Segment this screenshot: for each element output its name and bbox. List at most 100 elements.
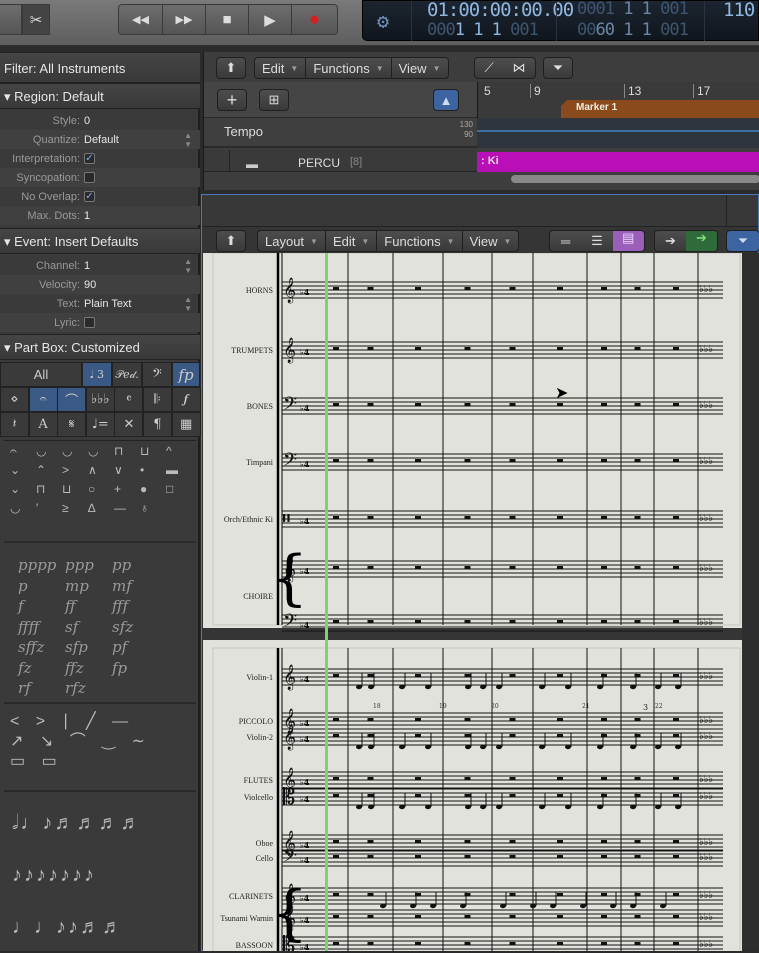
chord-grid-tab[interactable]: ▦: [171, 412, 201, 437]
vertical-scrollbar[interactable]: [742, 253, 759, 951]
link-out-button[interactable]: ➔: [686, 231, 717, 251]
region-header[interactable]: ▾ Region: Default: [0, 83, 200, 109]
instrument-name[interactable]: Cello: [203, 854, 273, 863]
articulation-icon[interactable]: +: [114, 482, 121, 496]
instrument-name[interactable]: CLARINETS: [203, 892, 273, 901]
dynamic-fz[interactable]: fz: [18, 659, 31, 677]
dynamic-ff[interactable]: ff: [65, 597, 76, 615]
midi-region[interactable]: : Ki: [477, 152, 759, 172]
marker-1[interactable]: Marker 1: [561, 100, 759, 118]
partbox-dynamics-tab[interactable]: fp: [172, 362, 200, 387]
scissors-tool-button[interactable]: ✂: [22, 4, 50, 35]
tempo-track-header[interactable]: Tempo 130 90: [204, 118, 477, 148]
partbox-header[interactable]: ▾ Part Box: Customized: [0, 334, 200, 360]
articulation-icon[interactable]: ▬: [166, 463, 178, 477]
articulation-icon[interactable]: ●: [140, 482, 147, 496]
gear-icon[interactable]: ⚙: [377, 9, 389, 33]
partbox-pedal-tab[interactable]: 𝒫𝑒𝒹.: [112, 362, 142, 387]
articulation-icon[interactable]: —: [114, 501, 126, 515]
instrument-name[interactable]: FLUTES: [203, 776, 273, 785]
horizontal-scrollbar[interactable]: [511, 175, 759, 183]
articulation-icon[interactable]: ⊔: [62, 482, 71, 496]
articulation-icon[interactable]: ⌃: [36, 463, 46, 477]
articulation-icon[interactable]: 𝄐: [10, 444, 17, 459]
instrument-filter[interactable]: Filter: All Instruments: [0, 52, 200, 83]
stepper-icon[interactable]: ▲ ▼: [184, 131, 192, 149]
articulation-icon[interactable]: ∨: [114, 463, 123, 477]
hairpin-tab[interactable]: ⌒: [57, 387, 87, 412]
articulation-icon[interactable]: •: [140, 463, 144, 477]
note-value-palette[interactable]: 𝅗𝅥♩♪♬♬♬♬ ♪♪♪♪♪♪♪ ♩♩♪♪♬♬: [12, 797, 142, 953]
dynamic-f[interactable]: f: [18, 597, 24, 615]
score-notation[interactable]: 𝄞 ♭4 ♭♭♭𝄞 ♭4 ♭♭♭𝄢 ♭4 ♭♭♭𝄢 ♭4 ♭♭♭𝄥 ♭4 ♭♭♭𝄞 ♭4 ♭♭♭𝄢 ♭4 ♭…: [203, 253, 742, 951]
instrument-name[interactable]: Oboe: [203, 839, 273, 848]
rest-tab[interactable]: 𝄽: [0, 412, 29, 437]
dynamic-fp[interactable]: fp: [112, 659, 127, 677]
checkbox[interactable]: ✓: [84, 153, 95, 164]
instrument-name[interactable]: Timpani: [203, 458, 273, 467]
score-view-menu[interactable]: View ▼: [463, 231, 519, 251]
instrument-name[interactable]: Violin-2: [203, 733, 273, 742]
dynamic-mp[interactable]: mp: [65, 577, 89, 595]
articulation-icon[interactable]: ⊓: [36, 482, 45, 496]
add-track-button[interactable]: +: [217, 89, 247, 111]
record-button[interactable]: ●: [291, 4, 338, 35]
score-hierarchy-up-button[interactable]: ⬆: [216, 230, 246, 252]
dynamic-ffz[interactable]: ffz: [65, 659, 84, 677]
inspector-row[interactable]: Velocity: 90: [0, 275, 200, 294]
checkbox[interactable]: [84, 317, 95, 328]
inspector-row[interactable]: Style: 0: [0, 111, 200, 130]
ornament-tab[interactable]: 𝆑: [171, 387, 201, 412]
dynamic-ffff[interactable]: ffff: [18, 618, 39, 636]
instrument-name[interactable]: HORNS: [203, 286, 273, 295]
forward-button[interactable]: ▶▶: [162, 4, 206, 35]
lcd-display[interactable]: ⚙ 01:00:00:00.00 0001 1 1 001 0001 1 1 0…: [362, 0, 759, 41]
functions-menu[interactable]: Functions ▼: [306, 58, 392, 78]
ruler[interactable]: 5 9 13 17 Marker 1: [477, 82, 759, 118]
checkbox[interactable]: [84, 172, 95, 183]
articulation-icon[interactable]: □: [166, 482, 173, 496]
fermata-tab[interactable]: 𝄐: [28, 387, 58, 412]
articulation-icon[interactable]: ∧: [88, 463, 97, 477]
key-signature-tab[interactable]: ♭♭♭: [85, 387, 115, 412]
stepper-icon[interactable]: ▲ ▼: [184, 295, 192, 313]
dynamic-pp[interactable]: pp: [112, 556, 131, 574]
articulation-icon[interactable]: ◡: [10, 501, 20, 515]
partbox-clef-tab[interactable]: 𝄢: [142, 362, 172, 387]
edit-menu[interactable]: Edit ▼: [255, 58, 307, 78]
new-folder-button[interactable]: ⊞: [259, 89, 289, 111]
inspector-row[interactable]: Syncopation:: [0, 168, 200, 187]
inspector-row[interactable]: No Overlap: ✓: [0, 187, 200, 206]
partbox-all-button[interactable]: All: [0, 362, 82, 387]
hierarchy-up-button[interactable]: ⬆: [216, 57, 246, 79]
time-signature-tab[interactable]: 𝄴: [114, 387, 144, 412]
wrapped-view-button[interactable]: ☰: [581, 233, 612, 249]
articulation-icon[interactable]: ♁: [140, 501, 149, 515]
tempo-tab[interactable]: ♩=: [85, 412, 115, 437]
event-header[interactable]: ▾ Event: Insert Defaults: [0, 228, 200, 254]
instrument-name[interactable]: Violcello: [203, 793, 273, 802]
dynamic-rfz[interactable]: rfz: [65, 679, 86, 697]
stop-button[interactable]: ■: [205, 4, 249, 35]
rewind-button[interactable]: ◀◀: [118, 4, 163, 35]
linear-view-button[interactable]: ═: [550, 234, 581, 249]
score-catch-button[interactable]: ⏷: [726, 230, 759, 252]
instrument-name[interactable]: CHOIRE: [203, 592, 273, 601]
articulation-icon[interactable]: ≥: [62, 501, 69, 515]
tempo-lane[interactable]: [477, 118, 759, 148]
global-tracks-toggle[interactable]: ▲: [433, 89, 459, 111]
play-button[interactable]: ▶: [248, 4, 292, 35]
catch-button[interactable]: ⏷: [543, 57, 573, 79]
inspector-row[interactable]: Lyric:: [0, 313, 200, 332]
checkbox[interactable]: ✓: [84, 191, 95, 202]
dynamic-sfz[interactable]: sfz: [112, 618, 133, 636]
inspector-row[interactable]: Quantize: Default ▲ ▼: [0, 130, 200, 149]
stepper-icon[interactable]: ▲ ▼: [184, 257, 192, 275]
instrument-name[interactable]: Violin-1: [203, 673, 273, 682]
layout-menu[interactable]: Layout ▼: [258, 231, 326, 251]
dynamic-p[interactable]: p: [18, 577, 28, 595]
inspector-row[interactable]: Channel: 1 ▲ ▼: [0, 256, 200, 275]
articulation-palette[interactable]: 𝄐 ◡ ◡ ◡ ⊓ ⊔ ^ ⌄ ⌃ > ∧ ∨ • ▬ ⌄ ⊓ ⊔ ○ + ● □ ◡ ′ ≥ ∆ — ♁: [10, 444, 190, 544]
articulation-icon[interactable]: ^: [166, 444, 172, 458]
articulation-icon[interactable]: ○: [88, 482, 95, 496]
